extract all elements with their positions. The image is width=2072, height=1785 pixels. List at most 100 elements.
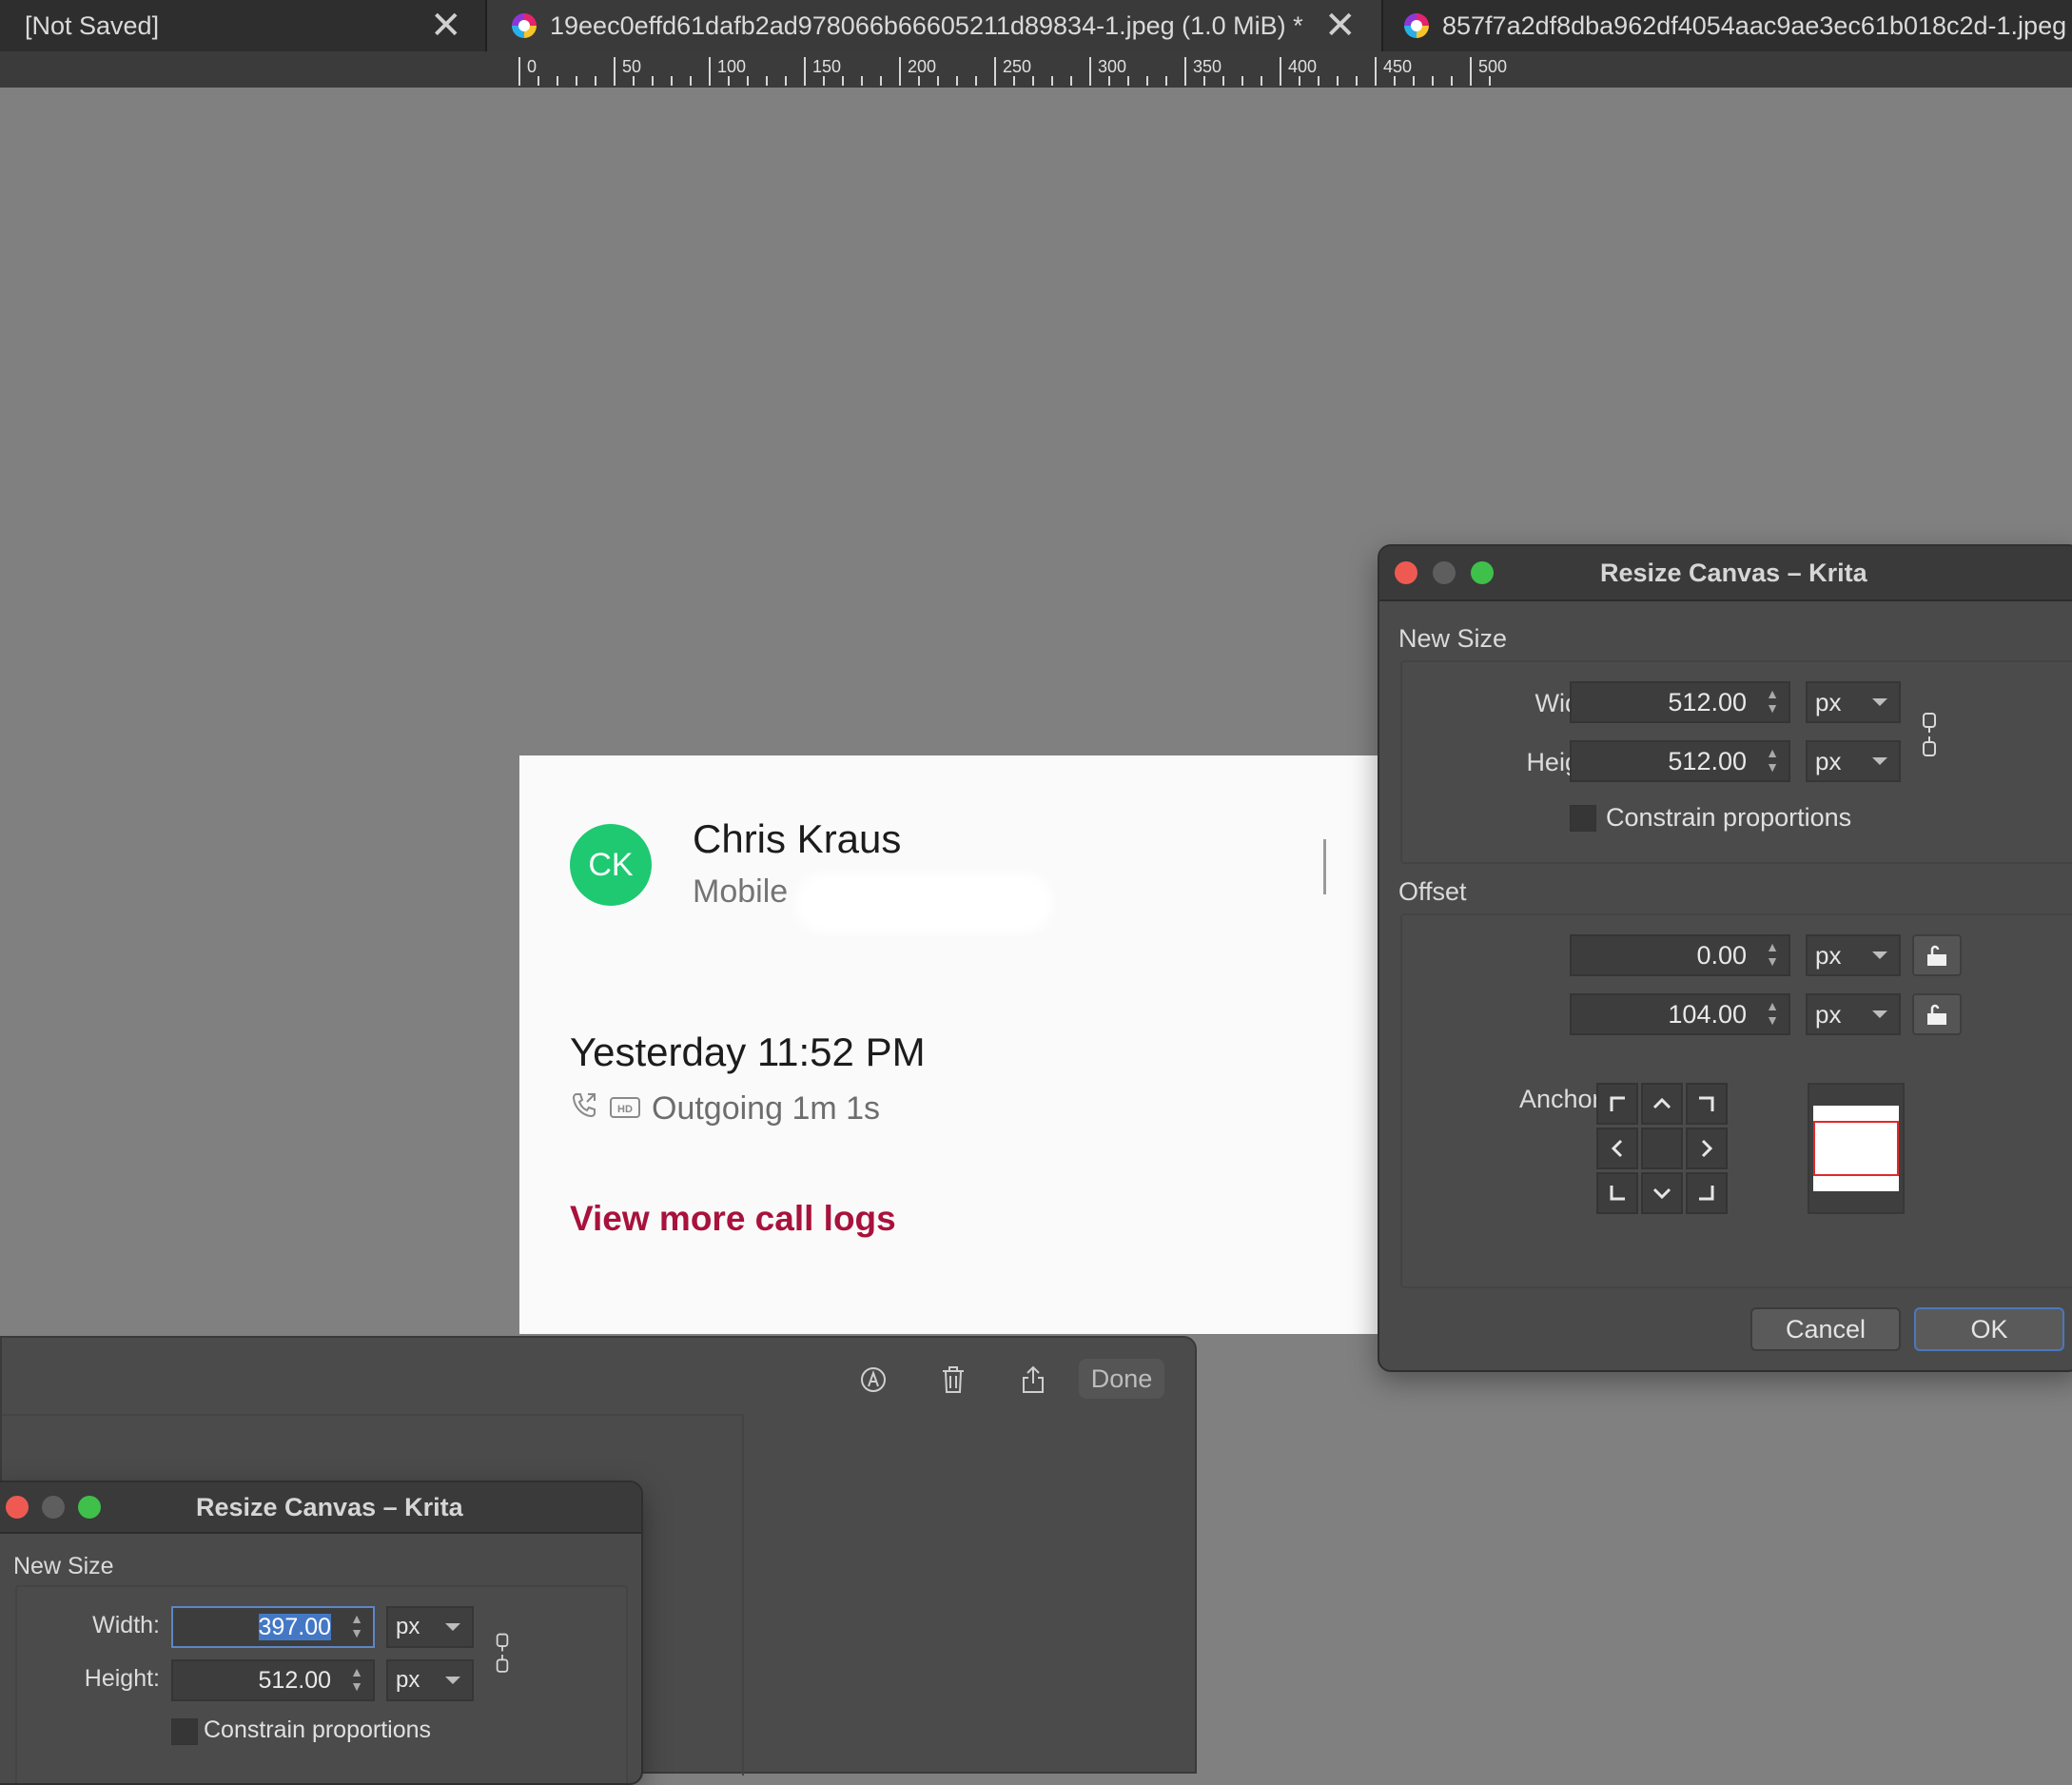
close-window-button[interactable] <box>6 1496 29 1519</box>
new-size-heading: New Size <box>1398 624 1508 653</box>
tab-19eec0-jpeg[interactable]: 19eec0effd61dafb2ad978066b66605211d89834… <box>487 0 1381 51</box>
chevron-down-icon <box>1872 698 1887 706</box>
dialog-title: Resize Canvas – Krita <box>196 1492 463 1521</box>
chain-link-icon[interactable] <box>1920 710 1939 763</box>
dialog-titlebar: Resize Canvas – Krita <box>1379 546 2072 601</box>
unit-value: px <box>396 1667 420 1693</box>
anchor-top-left-button[interactable] <box>1596 1083 1638 1125</box>
krita-file-icon <box>512 13 537 38</box>
ok-button[interactable]: OK <box>1914 1307 2064 1351</box>
anchor-bottom-right-button[interactable] <box>1686 1172 1728 1214</box>
y-offset-spinbox[interactable]: 104.00 ▲ ▼ <box>1570 993 1790 1035</box>
markup-icon[interactable] <box>852 1359 894 1401</box>
unit-value: px <box>1815 941 1842 970</box>
width-unit-select[interactable]: px <box>1806 681 1901 723</box>
new-size-heading: New Size <box>13 1553 114 1579</box>
minimize-window-button[interactable] <box>42 1496 65 1519</box>
outgoing-call-icon <box>570 1090 598 1128</box>
x-unit-select[interactable]: px <box>1806 934 1901 976</box>
share-icon[interactable] <box>1012 1359 1054 1401</box>
anchor-label: Anchor: <box>1518 1085 1608 1113</box>
tab-label: 857f7a2df8dba962df4054aac9ae3ec61b018c2d… <box>1442 10 2067 40</box>
width-spinbox[interactable]: 397.00 ▲ ▼ <box>171 1606 375 1648</box>
spin-arrows-icon[interactable]: ▲ ▼ <box>1764 687 1781 719</box>
height-unit-select[interactable]: px <box>386 1659 474 1701</box>
spin-arrows-icon[interactable]: ▲ ▼ <box>348 1665 365 1697</box>
tab-label: 19eec0effd61dafb2ad978066b66605211d89834… <box>550 10 1303 40</box>
zoom-window-button[interactable] <box>78 1496 101 1519</box>
spin-arrows-icon[interactable]: ▲ ▼ <box>1764 999 1781 1031</box>
spin-arrows-icon[interactable]: ▲ ▼ <box>1764 746 1781 778</box>
canvas-image: CK Chris Kraus Mobile Yesterday 11:52 PM… <box>519 755 1379 1334</box>
preview-image-outline <box>1813 1121 1899 1176</box>
tab-label: [Not Saved] <box>25 10 160 40</box>
offset-heading: Offset <box>1398 877 1467 906</box>
ruler-tick-label: 250 <box>1003 57 1031 76</box>
divider <box>742 1414 744 1775</box>
ruler-tick-label: 100 <box>717 57 746 76</box>
chevron-down-icon <box>445 1677 460 1684</box>
x-lock-button[interactable] <box>1912 934 1962 976</box>
close-window-button[interactable] <box>1395 561 1417 584</box>
divider <box>2 1414 744 1416</box>
chain-link-icon[interactable] <box>493 1631 512 1678</box>
dialog-titlebar: Resize Canvas – Krita <box>0 1482 641 1534</box>
x-offset-spinbox[interactable]: 0.00 ▲ ▼ <box>1570 934 1790 976</box>
ruler-tick-label: 0 <box>527 57 537 76</box>
x-value: 0.00 <box>1696 941 1747 970</box>
width-label: Width: <box>92 1612 160 1638</box>
contact-avatar: CK <box>570 824 652 906</box>
constrain-proportions-label: Constrain proportions <box>1606 803 1852 832</box>
hd-icon: HD <box>610 1090 640 1128</box>
height-spinbox[interactable]: 512.00 ▲ ▼ <box>1570 740 1790 782</box>
constrain-proportions-checkbox[interactable] <box>1570 805 1596 832</box>
ruler-tick-label: 400 <box>1288 57 1317 76</box>
anchor-bottom-left-button[interactable] <box>1596 1172 1638 1214</box>
chevron-down-icon <box>1872 951 1887 959</box>
unit-value: px <box>396 1614 420 1639</box>
anchor-left-button[interactable] <box>1596 1128 1638 1169</box>
chevron-down-icon <box>1872 1010 1887 1018</box>
view-more-call-logs-link[interactable]: View more call logs <box>570 1199 896 1239</box>
anchor-top-right-button[interactable] <box>1686 1083 1728 1125</box>
chevron-down-icon <box>445 1623 460 1631</box>
unit-value: px <box>1815 747 1842 775</box>
tab-not-saved[interactable]: [Not Saved] ✕ <box>0 0 485 51</box>
canvas-preview <box>1808 1083 1905 1214</box>
done-button[interactable]: Done <box>1079 1359 1164 1399</box>
spin-arrows-icon[interactable]: ▲ ▼ <box>348 1612 365 1644</box>
spin-arrows-icon[interactable]: ▲ ▼ <box>1764 940 1781 972</box>
call-detail-row: HD Outgoing 1m 1s <box>570 1090 880 1128</box>
ruler-tick-label: 50 <box>622 57 641 76</box>
trash-icon[interactable] <box>932 1359 974 1401</box>
minimize-window-button[interactable] <box>1433 561 1456 584</box>
y-unit-select[interactable]: px <box>1806 993 1901 1035</box>
dialog-title: Resize Canvas – Krita <box>1600 558 1867 587</box>
anchor-right-button[interactable] <box>1686 1128 1728 1169</box>
lock-icon <box>1927 1004 1946 1025</box>
width-unit-select[interactable]: px <box>386 1606 474 1648</box>
anchor-center-button[interactable] <box>1641 1128 1683 1169</box>
ruler-tick-label: 300 <box>1098 57 1126 76</box>
horizontal-ruler: 0 50 100 150 200 250 300 350 400 450 500 <box>0 51 2072 88</box>
anchor-bottom-button[interactable] <box>1641 1172 1683 1214</box>
height-spinbox[interactable]: 512.00 ▲ ▼ <box>171 1659 375 1701</box>
tab-857f7a-jpeg[interactable]: 857f7a2df8dba962df4054aac9ae3ec61b018c2d… <box>1383 0 2072 51</box>
height-value: 512.00 <box>1668 747 1747 775</box>
zoom-window-button[interactable] <box>1471 561 1494 584</box>
anchor-grid <box>1596 1083 1728 1214</box>
width-spinbox[interactable]: 512.00 ▲ ▼ <box>1570 681 1790 723</box>
ruler-tick-label: 150 <box>812 57 841 76</box>
krita-file-icon <box>1404 13 1429 38</box>
constrain-proportions-checkbox[interactable] <box>171 1718 198 1745</box>
close-icon[interactable]: ✕ <box>1324 7 1357 45</box>
y-lock-button[interactable] <box>1912 993 1962 1035</box>
height-unit-select[interactable]: px <box>1806 740 1901 782</box>
lock-icon <box>1927 945 1946 966</box>
constrain-proportions-label: Constrain proportions <box>204 1716 432 1743</box>
resize-canvas-dialog-secondary: Resize Canvas – Krita New Size Width: 39… <box>0 1481 643 1785</box>
cancel-button[interactable]: Cancel <box>1750 1307 1901 1351</box>
anchor-top-button[interactable] <box>1641 1083 1683 1125</box>
height-label: Height: <box>84 1665 160 1692</box>
close-icon[interactable]: ✕ <box>430 7 462 45</box>
